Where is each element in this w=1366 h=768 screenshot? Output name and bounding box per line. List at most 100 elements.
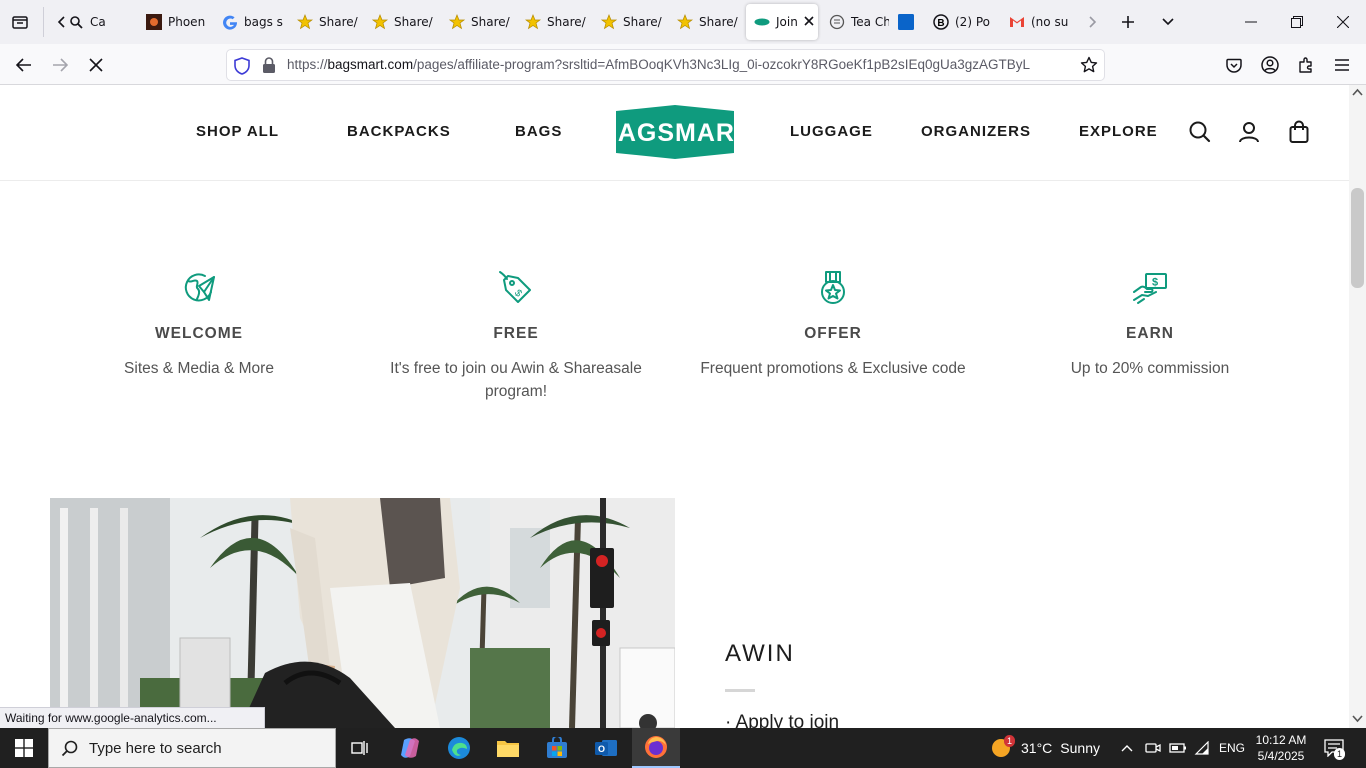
app-menu-icon[interactable] [1329,52,1355,78]
extensions-icon[interactable] [1293,52,1319,78]
new-tab-icon[interactable] [1116,10,1140,34]
star-icon [525,14,541,30]
wifi-icon[interactable] [1194,728,1210,768]
meet-now-icon[interactable] [1145,728,1161,768]
search-placeholder: Type here to search [89,740,222,757]
nav-explore[interactable]: EXPLORE [1079,123,1158,140]
search-icon[interactable] [1188,120,1212,144]
scroll-tabs-right-icon[interactable] [1080,10,1104,34]
feature-earn: $ EARN Up to 20% commission [1000,270,1300,380]
list-all-tabs-icon[interactable] [1156,10,1180,34]
browser-tab[interactable]: Ca [68,4,128,40]
minimize-window-button[interactable] [1228,0,1274,44]
close-tab-icon[interactable] [804,15,814,29]
browser-tab[interactable]: Share/ [677,4,743,40]
tab-label: Share/ [547,15,586,29]
search-icon [61,740,78,757]
user-account-icon[interactable] [1237,120,1261,144]
weather-widget[interactable]: 1 31°C Sunny [990,728,1100,768]
url-text[interactable]: https://bagsmart.com/pages/affiliate-pro… [287,57,1030,72]
tab-overview-icon[interactable] [8,10,32,34]
feature-title: WELCOME [155,325,243,342]
account-icon[interactable] [1257,52,1283,78]
browser-tab[interactable]: bags s [222,4,288,40]
browser-tab[interactable]: Share/ [449,4,515,40]
notification-count-badge: 1 [1334,748,1346,760]
pocket-icon[interactable] [1221,52,1247,78]
tab-label: Tea Ch [851,15,889,29]
tab-label: Ca [90,15,106,29]
nav-shop-all[interactable]: SHOP ALL [196,123,279,140]
back-button[interactable] [11,52,37,78]
browser-tab[interactable]: Share/ [372,4,438,40]
nav-organizers[interactable]: ORGANIZERS [921,123,1031,140]
outlook-icon[interactable]: O [582,728,630,768]
browser-tab[interactable]: Share/ [525,4,591,40]
address-bar[interactable]: https://bagsmart.com/pages/affiliate-pro… [226,49,1105,81]
star-icon [372,14,388,30]
browser-nav-bar: https://bagsmart.com/pages/affiliate-pro… [0,44,1366,85]
nav-bags[interactable]: BAGS [515,123,562,140]
weather-condition: Sunny [1060,740,1100,756]
show-hidden-icons-chevron-icon[interactable] [1120,728,1134,768]
tab-label: Share/ [471,15,510,29]
browser-tab-strip: Ca Phoen bags s Share/Share/Share/Share/Sha… [0,0,1366,44]
price-tag-icon: $ [498,270,534,306]
edge-browser-icon[interactable] [435,728,483,768]
battery-icon[interactable] [1169,728,1187,768]
tracking-protection-shield-icon[interactable] [234,57,250,79]
nav-luggage[interactable]: LUGGAGE [790,123,873,140]
microsoft-store-icon[interactable] [533,728,581,768]
tab-label: (no su [1031,15,1069,29]
browser-tab[interactable]: (no su [1009,4,1075,40]
firefox-taskbar-icon[interactable] [632,728,680,768]
close-window-button[interactable] [1320,0,1366,44]
stop-loading-button[interactable] [83,52,109,78]
gmail-icon [1009,14,1025,30]
awin-title: AWIN [725,640,795,667]
copilot-icon[interactable] [386,728,434,768]
browser-tab[interactable] [898,4,924,40]
feature-desc: Frequent promotions & Exclusive code [700,360,966,377]
browser-tab[interactable]: B (2) Po [933,4,999,40]
tab-label: bags s [244,15,283,29]
input-language-indicator[interactable]: ENG [1219,728,1245,768]
tab-label: Share/ [319,15,358,29]
bookmark-star-icon[interactable] [1080,56,1098,78]
bagsmart-logo[interactable]: BAGSMART [599,103,750,161]
taskbar-search-box[interactable]: Type here to search [48,728,336,768]
tab-label: Share/ [623,15,662,29]
logo-wordmark: BAGSMART [614,119,736,147]
feature-desc: Sites & Media & More [124,360,274,377]
feature-desc: It's free to join ou Awin & Shareasale p… [390,360,642,400]
scrollbar-thumb[interactable] [1351,188,1364,288]
feature-title: EARN [1126,325,1174,342]
clock[interactable]: 10:12 AM 5/4/2025 [1250,728,1312,768]
windows-start-button[interactable] [0,728,48,768]
star-icon [677,14,693,30]
forward-button[interactable] [47,52,73,78]
tab-active[interactable]: Join [746,4,818,40]
google-icon [222,14,238,30]
windows-taskbar: Type here to search O 1 31°C Sunny ENG 1… [0,728,1366,768]
lock-icon[interactable] [262,57,276,78]
tea-icon [829,14,845,30]
awin-divider [725,689,755,692]
shopping-bag-icon[interactable] [1287,120,1311,144]
weather-badge: 1 [1004,735,1016,747]
notifications-icon[interactable]: 1 [1324,728,1346,768]
feature-desc: Up to 20% commission [1070,360,1230,377]
feature-welcome: WELCOME Sites & Media & More [49,270,349,380]
browser-tab[interactable]: Share/ [601,4,667,40]
browser-tab[interactable]: Share/ [297,4,363,40]
file-explorer-icon[interactable] [484,728,532,768]
globe-send-icon [181,270,217,306]
task-view-icon[interactable] [336,728,384,768]
browser-tab[interactable]: Tea Ch [829,4,889,40]
feature-free: $ FREE It's free to join ou Awin & Share… [366,270,666,403]
page-scrollbar[interactable] [1349,85,1366,728]
svg-text:$: $ [1152,277,1158,289]
restore-window-button[interactable] [1274,0,1320,44]
nav-backpacks[interactable]: BACKPACKS [347,123,451,140]
browser-tab[interactable]: Phoen [146,4,214,40]
